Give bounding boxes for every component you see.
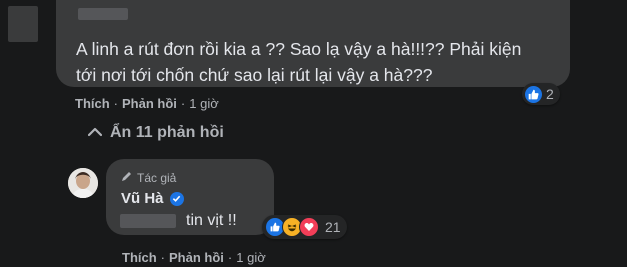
like-link[interactable]: Thích [122, 250, 157, 265]
love-reaction-icon [299, 217, 319, 237]
comment-actions: Thích · Phản hồi · 1 giờ [75, 96, 219, 111]
author-avatar[interactable] [68, 168, 98, 198]
separator: · [160, 250, 166, 265]
comment-reactions[interactable]: 2 [522, 83, 560, 105]
verified-badge-icon [169, 191, 184, 206]
chevron-up-icon [87, 124, 103, 142]
author-name[interactable]: Vũ Hà [121, 190, 164, 207]
author-badge-label: Tác giả [137, 170, 177, 185]
reply-actions: Thích · Phản hồi · 1 giờ [122, 250, 266, 265]
timestamp[interactable]: 1 giờ [189, 96, 219, 111]
commenter-name-redacted[interactable] [78, 8, 128, 20]
comment-text: A linh a rút đơn rồi kia a ?? Sao lạ vậy… [76, 39, 522, 85]
author-name-row: Vũ Hà [121, 190, 184, 207]
reply-text: tin vịt !! [186, 212, 237, 229]
like-link[interactable]: Thích [75, 96, 110, 111]
separator: · [180, 96, 186, 111]
like-reaction-icon [525, 85, 542, 103]
reply-link[interactable]: Phản hồi [169, 250, 224, 265]
reaction-count: 21 [325, 219, 341, 235]
separator: · [113, 96, 119, 111]
author-badge: Tác giả [121, 170, 176, 185]
commenter-avatar-redacted[interactable] [8, 6, 38, 42]
reply-link[interactable]: Phản hồi [122, 96, 177, 111]
hide-replies-label: Ẩn 11 phản hồi [110, 124, 224, 141]
pencil-icon [121, 170, 133, 185]
hide-replies-toggle[interactable]: Ẩn 11 phản hồi [87, 124, 224, 142]
reaction-count: 2 [546, 86, 554, 102]
reply-reactions[interactable]: 21 [262, 215, 347, 239]
mention-redacted[interactable] [120, 214, 176, 228]
timestamp[interactable]: 1 giờ [236, 250, 266, 265]
separator: · [227, 250, 233, 265]
